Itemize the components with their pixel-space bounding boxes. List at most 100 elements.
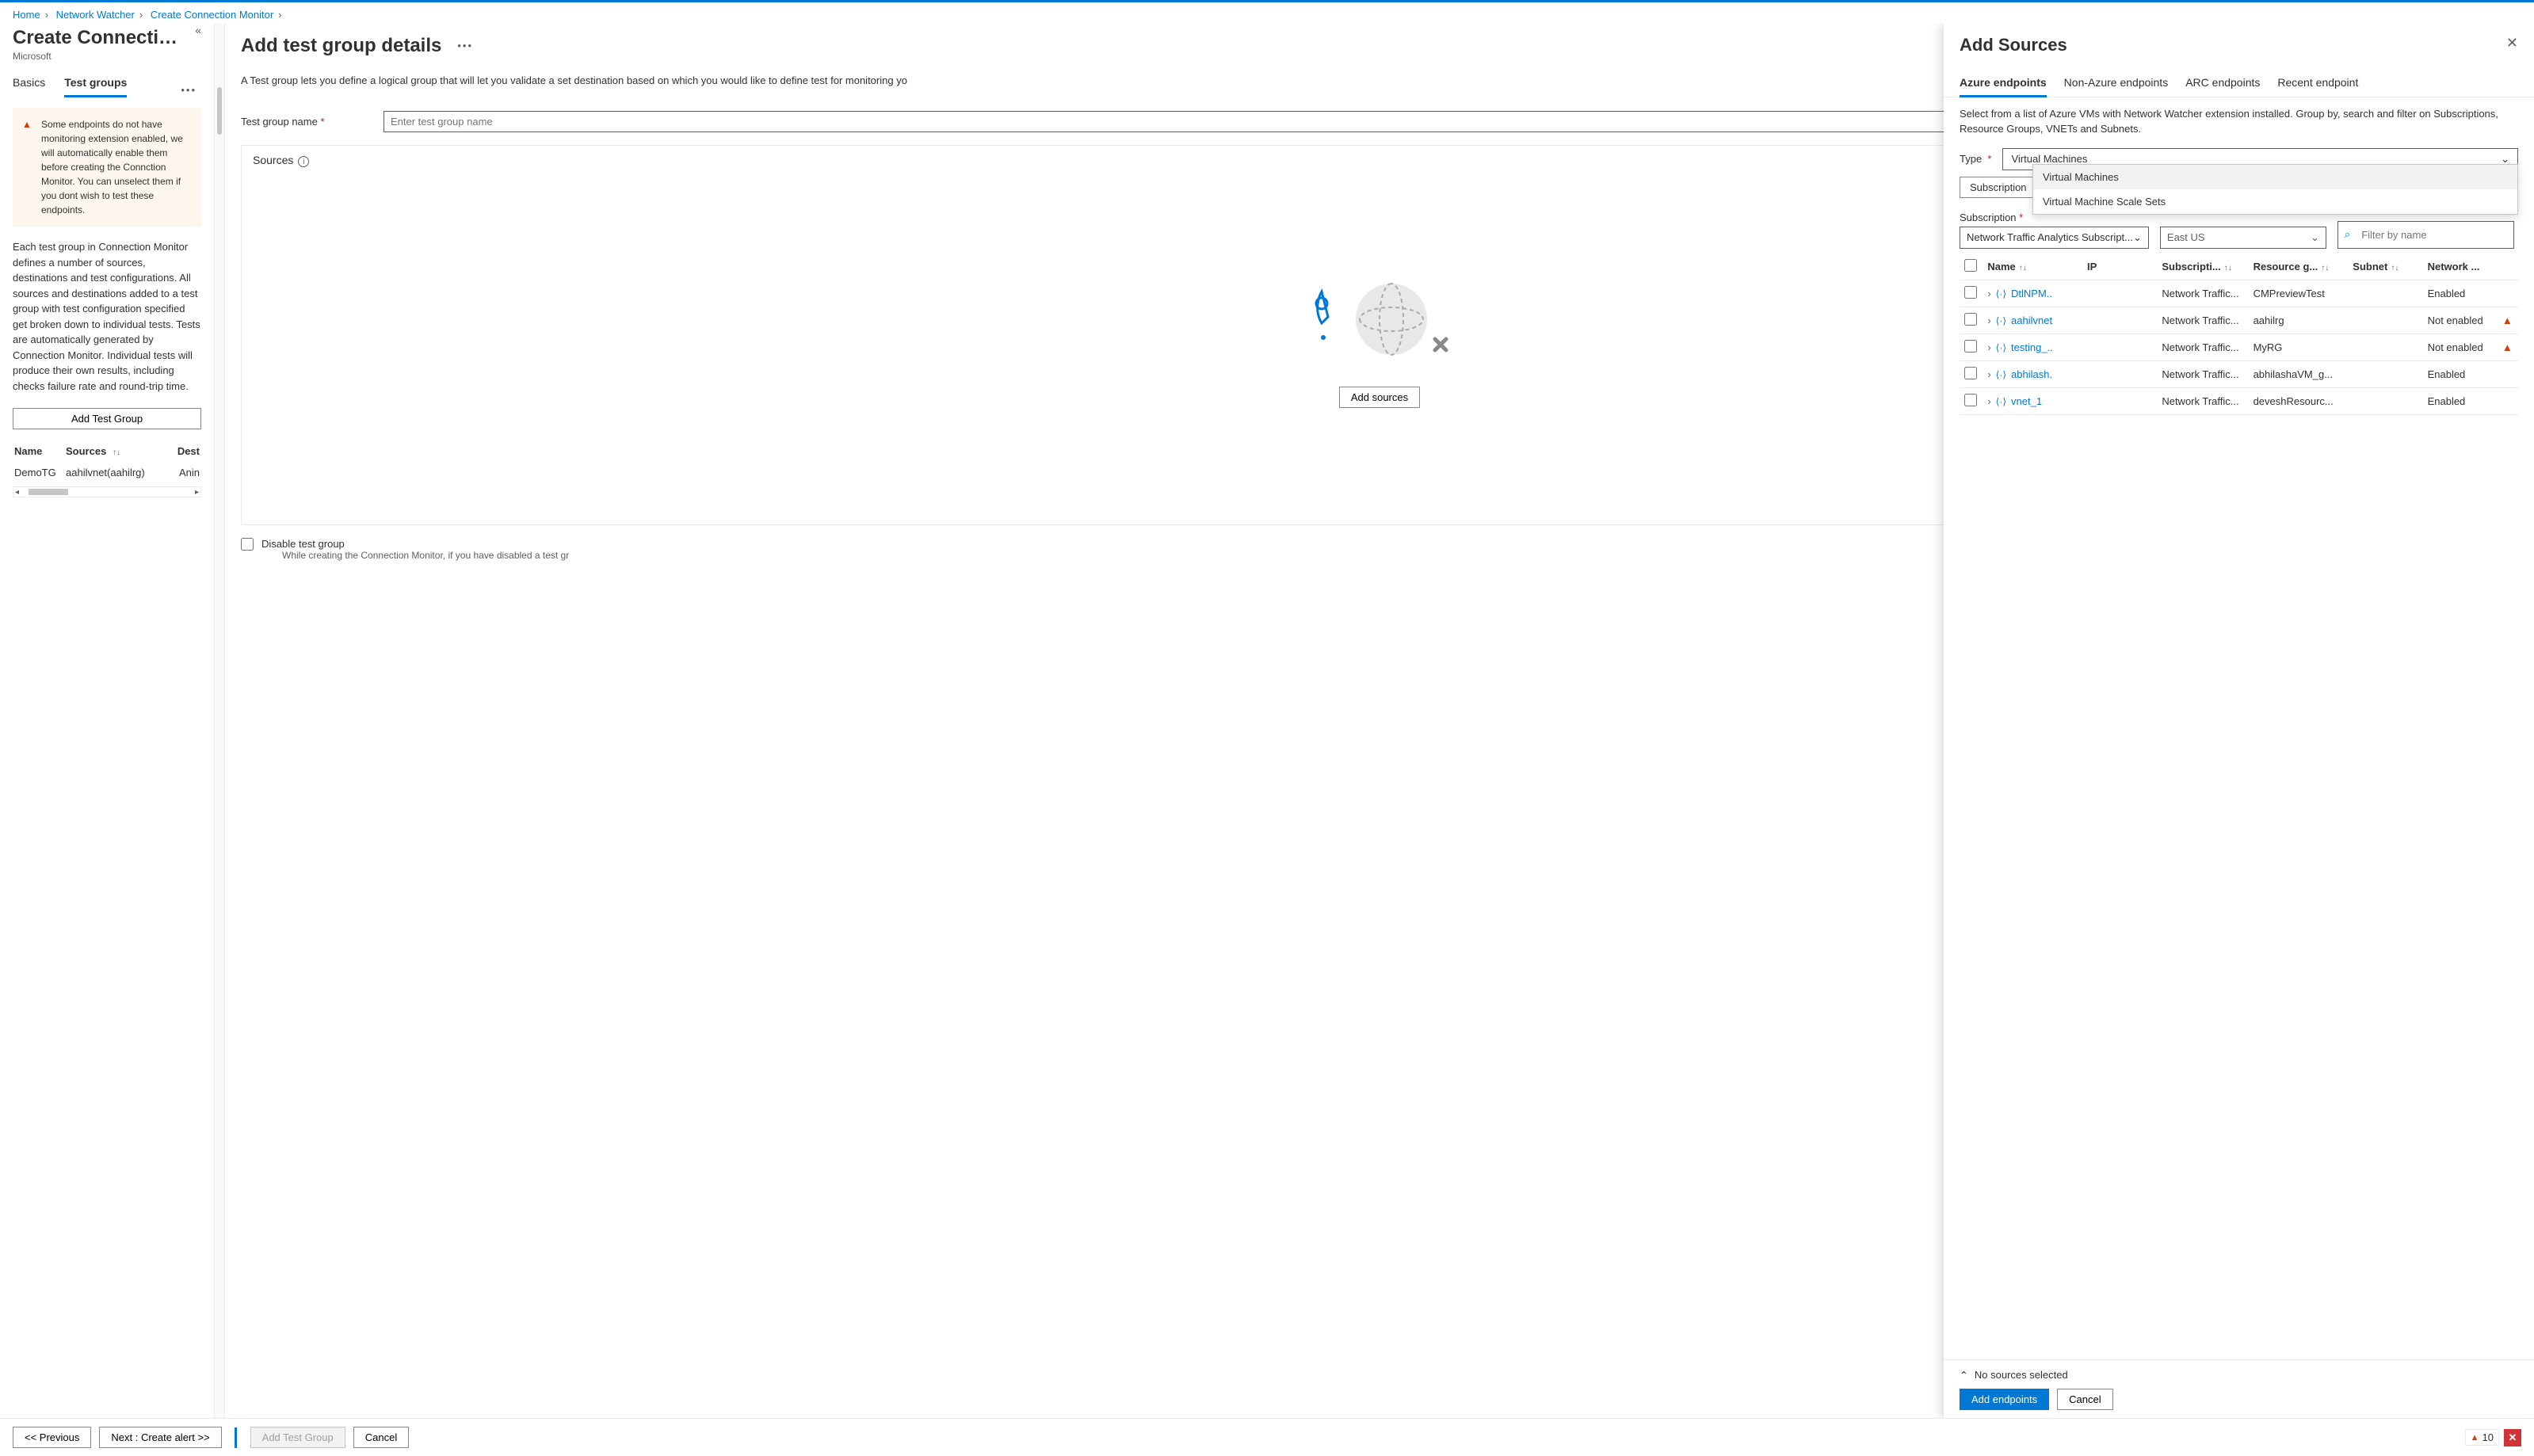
crumb-create-cm[interactable]: Create Connection Monitor [151, 9, 273, 21]
table-row[interactable]: › ⟨·⟩ abhilash. Network Traffic...abhilasha… [1960, 360, 2518, 387]
expand-icon[interactable]: › [1987, 395, 1990, 407]
row-name-link[interactable]: aahilvnet [2011, 314, 2052, 326]
table-row[interactable]: ›⟨·⟩aahilvnetNetwork Traffic...aahilrgNo… [1960, 307, 2518, 334]
row-name-link[interactable]: vnet_1 [2011, 395, 2042, 407]
row-subscription: Network Traffic... [2157, 360, 2248, 387]
col-subnet[interactable]: Subnet↑↓ [2348, 253, 2422, 280]
tab-non-azure-endpoints[interactable]: Non-Azure endpoints [2064, 71, 2169, 97]
row-checkbox[interactable] [1964, 394, 1977, 406]
row-resource-group: deveshResourc... [2249, 387, 2349, 414]
filter-input[interactable] [2355, 225, 2507, 245]
add-endpoints-button[interactable]: Add endpoints [1960, 1389, 2049, 1410]
row-checkbox[interactable] [1964, 286, 1977, 299]
row-sources: aahilvnet(aahilrg) [66, 467, 160, 478]
breadcrumb: Home› Network Watcher› Create Connection… [0, 2, 2534, 24]
tab-azure-endpoints[interactable]: Azure endpoints [1960, 71, 2047, 97]
col-subscription[interactable]: Subscripti...↑↓ [2157, 253, 2248, 280]
horizontal-scrollbar[interactable] [13, 486, 201, 497]
warning-icon: ▲ [2502, 314, 2513, 326]
row-network: Not enabled [2423, 334, 2498, 360]
previous-button[interactable]: << Previous [13, 1427, 91, 1448]
warning-icon: ▲ [2502, 341, 2513, 353]
warning-badge[interactable]: 10 [2465, 1429, 2499, 1446]
row-checkbox[interactable] [1964, 340, 1977, 353]
add-test-group-button[interactable]: Add Test Group [13, 408, 201, 429]
p3-description: Select from a list of Azure VMs with Net… [1960, 107, 2518, 137]
pane2-more-icon[interactable]: ••• [452, 40, 478, 51]
tab-basics[interactable]: Basics [13, 71, 45, 97]
region-value: East US [2167, 231, 2205, 243]
info-icon[interactable]: i [298, 156, 309, 167]
expand-icon[interactable]: › [1987, 314, 1990, 326]
search-icon: ⌕ [2345, 228, 2350, 241]
pane2-title: Add test group details [241, 35, 441, 57]
col-ip[interactable]: IP [2082, 253, 2157, 280]
type-option-vmss[interactable]: Virtual Machine Scale Sets [2033, 189, 2517, 214]
sources-heading: Sourcesi [253, 154, 309, 168]
row-dest: Anin [168, 467, 200, 478]
region-select[interactable]: East US ⌄ [2160, 227, 2326, 249]
more-icon[interactable]: ••• [176, 84, 201, 96]
table-row[interactable]: DemoTG aahilvnet(aahilrg) Anin [13, 462, 201, 483]
page-title: Create Connection... [13, 27, 187, 49]
crumb-network-watcher[interactable]: Network Watcher [56, 9, 135, 21]
subscription-select[interactable]: Network Traffic Analytics Subscript...⌄ [1960, 227, 2149, 249]
no-sources-bar[interactable]: ⌄No sources selected [1960, 1368, 2518, 1381]
next-button[interactable]: Next : Create alert >> [99, 1427, 221, 1448]
add-sources-button[interactable]: Add sources [1339, 387, 1420, 408]
row-resource-group: aahilrg [2249, 307, 2349, 334]
col-sources[interactable]: Sources ↑↓ [66, 445, 160, 457]
p3-cancel-button[interactable]: Cancel [2057, 1389, 2112, 1410]
footer-add-test-group-button: Add Test Group [250, 1427, 345, 1448]
vnet-icon: ⟨·⟩ [1996, 369, 2006, 380]
row-name-link[interactable]: testing_.. [2011, 341, 2053, 353]
expand-icon[interactable]: › [1987, 341, 1990, 353]
vnet-icon: ⟨·⟩ [1996, 288, 2006, 299]
type-label: Type * [1960, 153, 1991, 165]
disable-test-group-checkbox[interactable] [241, 538, 254, 551]
add-sources-title: Add Sources [1960, 35, 2067, 55]
chevron-down-icon: ⌄ [2311, 231, 2319, 244]
vnet-icon: ⟨·⟩ [1996, 396, 2006, 407]
row-subscription: Network Traffic... [2157, 334, 2248, 360]
row-name-link[interactable]: DtlNPM.. [2011, 288, 2052, 299]
disable-label: Disable test group [261, 538, 569, 550]
row-resource-group: abhilashaVM_g... [2249, 360, 2349, 387]
row-network: Enabled [2423, 387, 2498, 414]
tab-test-groups[interactable]: Test groups [64, 71, 127, 97]
col-resource-group[interactable]: Resource g...↑↓ [2249, 253, 2349, 280]
col-network[interactable]: Network ... [2423, 253, 2498, 280]
close-icon[interactable]: ✕ [2506, 35, 2518, 51]
tab-arc-endpoints[interactable]: ARC endpoints [2185, 71, 2260, 97]
row-name-link[interactable]: abhilash. [2011, 368, 2052, 380]
footer-cancel-button[interactable]: Cancel [353, 1427, 409, 1448]
expand-icon[interactable]: › [1987, 288, 1990, 299]
type-option-vm[interactable]: Virtual Machines [2033, 165, 2517, 189]
row-subscription: Network Traffic... [2157, 280, 2248, 307]
resize-gutter[interactable] [214, 24, 225, 1418]
vnet-icon: ⟨·⟩ [1996, 342, 2006, 353]
select-all-checkbox[interactable] [1964, 259, 1977, 272]
endpoints-table: Name↑↓ IP Subscripti...↑↓ Resource g...↑… [1960, 253, 2518, 415]
pill-subscription[interactable]: Subscription [1960, 177, 2037, 198]
collapse-icon[interactable]: « [195, 24, 201, 36]
row-checkbox[interactable] [1964, 313, 1977, 326]
type-value: Virtual Machines [2011, 153, 2087, 165]
no-sources-label: No sources selected [1975, 1369, 2068, 1381]
description-text: Each test group in Connection Monitor de… [13, 239, 201, 394]
test-group-name-label: Test group name * [241, 116, 384, 128]
tab-recent-endpoint[interactable]: Recent endpoint [2277, 71, 2358, 97]
col-name[interactable]: Name [14, 445, 58, 457]
table-row[interactable]: ›⟨·⟩DtlNPM..Network Traffic...CMPreviewT… [1960, 280, 2518, 307]
row-checkbox[interactable] [1964, 367, 1977, 379]
vnet-icon: ⟨·⟩ [1996, 315, 2006, 326]
col-name[interactable]: Name↑↓ [1983, 253, 2082, 280]
col-dest[interactable]: Dest [168, 445, 200, 457]
expand-icon[interactable]: › [1987, 368, 1990, 380]
error-badge[interactable]: ✕ [2504, 1429, 2521, 1446]
table-row[interactable]: ›⟨·⟩testing_..Network Traffic...MyRGNot … [1960, 334, 2518, 360]
filter-search[interactable]: ⌕ [2337, 221, 2514, 249]
chevron-down-icon: ⌄ [2133, 231, 2142, 244]
table-row[interactable]: ›⟨·⟩vnet_1Network Traffic...deveshResour… [1960, 387, 2518, 414]
crumb-home[interactable]: Home [13, 9, 40, 21]
